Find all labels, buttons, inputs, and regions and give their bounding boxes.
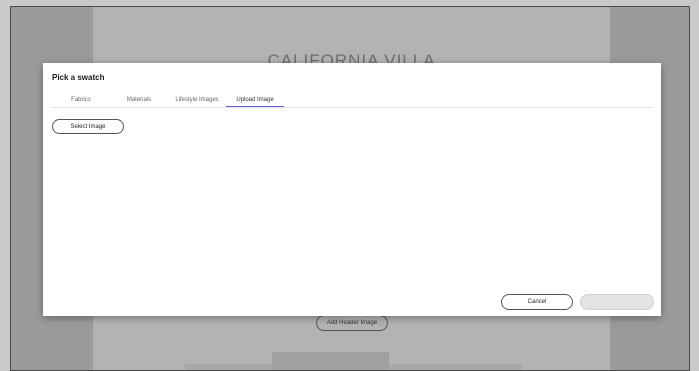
cancel-button[interactable]: Cancel xyxy=(501,294,573,310)
tab-bar: Fabrics Materials Lifestyle Images Uploa… xyxy=(52,93,652,108)
tab-fabrics[interactable]: Fabrics xyxy=(52,93,110,106)
pick-swatch-dialog: Pick a swatch Fabrics Materials Lifestyl… xyxy=(43,63,661,316)
tab-materials[interactable]: Materials xyxy=(110,93,168,106)
select-image-button[interactable]: Select Image xyxy=(52,119,124,134)
content-block xyxy=(272,352,389,370)
add-header-image-button[interactable]: Add Header Image xyxy=(316,315,388,331)
select-button[interactable]: Select xyxy=(580,294,654,310)
tab-upload-image[interactable]: Upload Image xyxy=(226,93,284,107)
dialog-title: Pick a swatch xyxy=(52,73,105,82)
tab-lifestyle-images[interactable]: Lifestyle Images xyxy=(168,93,226,106)
